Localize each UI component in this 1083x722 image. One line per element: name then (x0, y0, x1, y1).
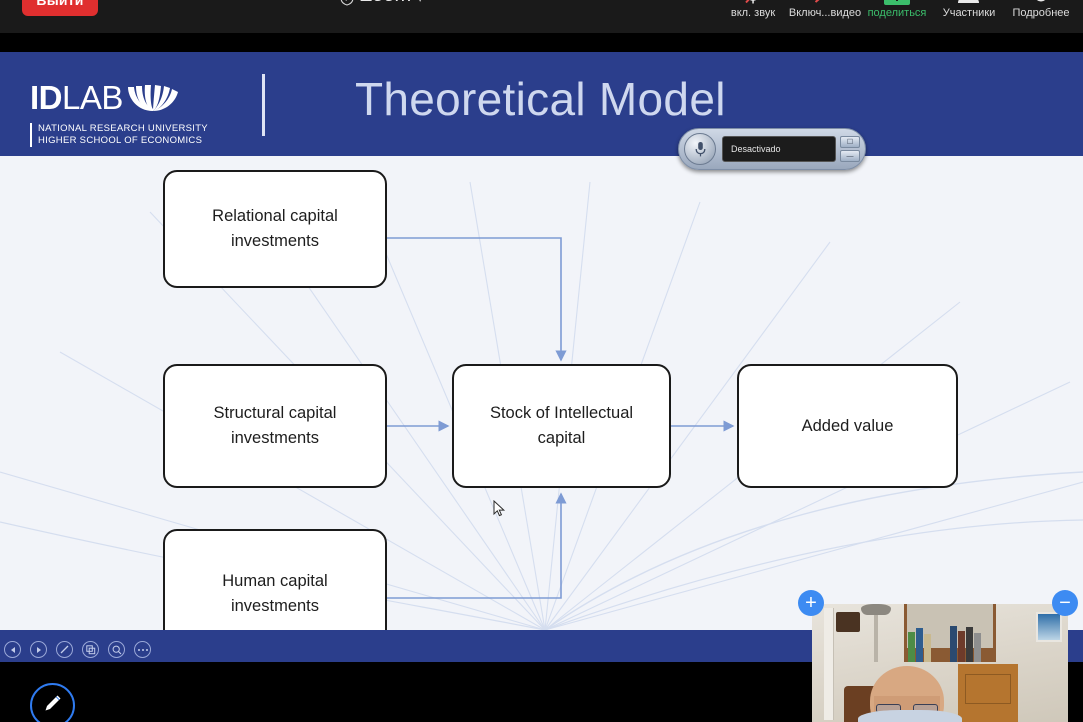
shell-fan-logo-icon (127, 78, 179, 117)
speech-status-text: Desactivado (731, 144, 781, 154)
ellipsis-icon[interactable] (134, 641, 151, 658)
logo-lab-text: LAB (62, 79, 123, 116)
minimize-window-icon[interactable]: — (840, 150, 860, 162)
speech-recognition-widget[interactable]: Desactivado ☐ — (678, 128, 866, 170)
toolbar-more-label: Подробнее (1012, 7, 1070, 19)
leave-meeting-label: Выйти (36, 0, 84, 8)
more-dots-icon (1029, 0, 1053, 5)
diagram-node-structural-capital[interactable]: Structural capital investments (163, 364, 387, 488)
mouse-cursor-icon (493, 499, 506, 523)
webcam-wall-clock (836, 612, 860, 632)
toolbar-more[interactable]: Подробнее (1005, 0, 1077, 19)
webcam-bookshelf (904, 604, 996, 662)
diagram-node-structural-capital-label: Structural capital investments (213, 404, 337, 447)
diagram-node-stock-intellectual-capital[interactable]: Stock of Intellectual capital (452, 364, 671, 488)
diagram-node-added-value-label: Added value (801, 416, 894, 435)
diagram-node-relational-capital-label: Relational capital investments (212, 207, 338, 250)
zoom-meeting-toolbar: Выйти Zoom ▾ (0, 0, 1083, 33)
toolbar-participants-label: Участники (942, 7, 996, 19)
leave-meeting-button[interactable]: Выйти (22, 0, 98, 16)
chevron-down-icon[interactable]: ▾ (417, 0, 423, 5)
webcam-person-shoulders (858, 710, 962, 722)
diagram-node-stock-intellectual-capital-label: Stock of Intellectual capital (489, 404, 634, 447)
logo-subtitle: NATIONAL RESEARCH UNIVERSITY HIGHER SCHO… (30, 123, 208, 147)
prev-triangle-icon[interactable] (4, 641, 21, 658)
webcam-door (824, 608, 834, 720)
toolbar-unmute-audio[interactable]: вкл. звук (717, 0, 789, 19)
next-triangle-icon[interactable] (30, 641, 47, 658)
toolbar-share-screen[interactable]: поделиться (861, 0, 933, 19)
pen-icon[interactable] (56, 641, 73, 658)
microphone-muted-icon (741, 0, 765, 5)
zoom-app-title: Zoom ▾ (340, 0, 423, 7)
shared-powerpoint-slide: ID LAB NATIONAL RESEARCH UNIVERSITY HIGH… (0, 52, 1083, 662)
video-muted-icon (812, 0, 838, 5)
share-screen-icon (884, 0, 910, 5)
plus-icon[interactable]: + (798, 590, 824, 616)
header-divider (262, 74, 265, 136)
powerpoint-slideshow-controls (4, 641, 151, 658)
plus-symbol: + (805, 592, 817, 614)
toolbar-unmute-audio-label: вкл. звук (730, 7, 776, 19)
participants-icon (955, 0, 983, 5)
self-view-video-tile[interactable] (812, 604, 1068, 722)
logo-id-text: ID (30, 79, 63, 116)
logo-subtitle-line1: NATIONAL RESEARCH UNIVERSITY (38, 123, 208, 134)
toolbar-start-video-label: Включ...видео (788, 7, 862, 19)
minus-icon[interactable]: − (1052, 590, 1078, 616)
magnifier-icon[interactable] (108, 641, 125, 658)
slide-title: Theoretical Model (355, 73, 726, 125)
toolbar-start-video[interactable]: Включ...видео (789, 0, 861, 19)
idlab-logo: ID LAB NATIONAL RESEARCH UNIVERSITY HIGH… (30, 78, 208, 147)
zoom-app-name: Zoom (360, 0, 411, 7)
slide-header-band: ID LAB NATIONAL RESEARCH UNIVERSITY HIGH… (0, 52, 1083, 156)
logo-subtitle-line2: HIGHER SCHOOL OF ECONOMICS (38, 134, 203, 146)
pencil-annotate-icon (42, 692, 64, 719)
grid-slides-icon[interactable] (82, 641, 99, 658)
shield-check-icon (340, 0, 354, 6)
webcam-dresser (958, 664, 1018, 722)
toolbar-share-screen-label: поделиться (867, 7, 927, 19)
speech-widget-window-buttons: ☐ — (840, 136, 860, 162)
speech-status-display: Desactivado (722, 136, 836, 162)
diagram-node-relational-capital[interactable]: Relational capital investments (163, 170, 387, 288)
zoom-toolbar-actions: вкл. звук Включ...видео поделиться Участ… (717, 0, 1077, 19)
restore-window-icon[interactable]: ☐ (840, 136, 860, 148)
diagram-node-added-value[interactable]: Added value (737, 364, 958, 488)
webcam-floor-lamp (861, 604, 891, 662)
webcam-wall-picture (1036, 612, 1062, 642)
toolbar-participants[interactable]: Участники (933, 0, 1005, 19)
microphone-icon[interactable] (684, 133, 716, 165)
annotate-toggle-button[interactable] (30, 683, 75, 722)
diagram-node-human-capital-label: Human capital investments (222, 572, 328, 615)
zoom-screen-share-window: Выйти Zoom ▾ (0, 0, 1083, 722)
minus-symbol: − (1059, 592, 1071, 614)
